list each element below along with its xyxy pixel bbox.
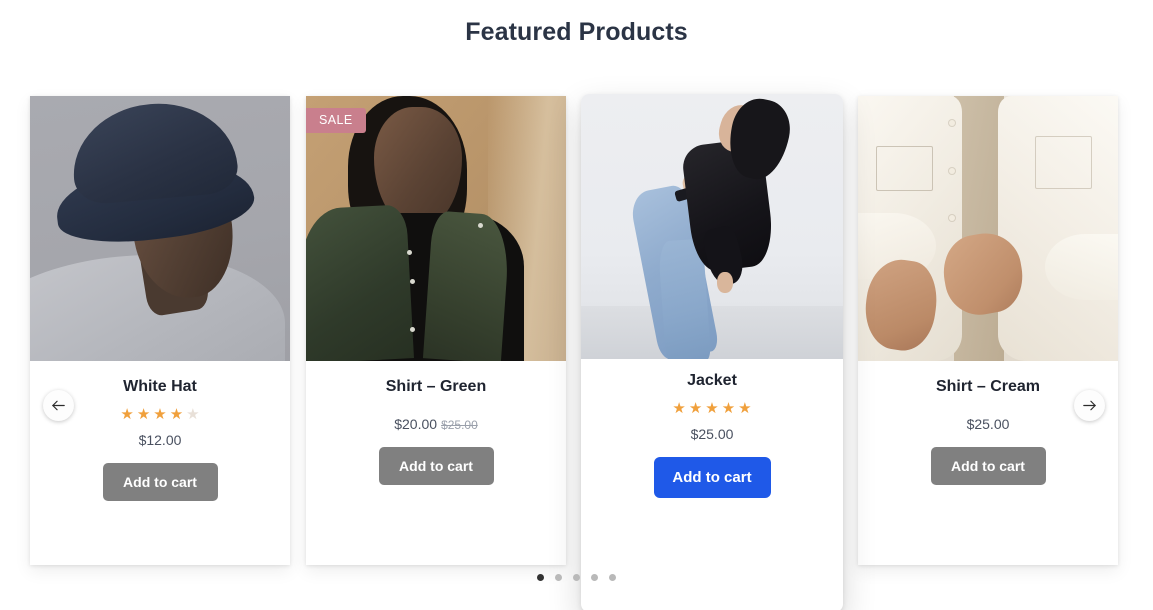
product-card[interactable]: White Hat ★ ★ ★ ★ ★ $12.00 Add to cart: [30, 96, 290, 565]
product-info: Shirt – Cream $25.00 Add to cart: [858, 361, 1118, 485]
product-image[interactable]: [30, 96, 290, 361]
price-row: $20.00 $25.00: [306, 416, 566, 432]
product-photo-white-hat: [30, 96, 290, 361]
price-row: $25.00: [858, 416, 1118, 432]
product-photo-jacket: [581, 94, 843, 359]
carousel-dot[interactable]: [555, 574, 562, 581]
star-icon: ★: [738, 399, 752, 417]
product-price: $20.00: [394, 415, 438, 432]
star-icon: ★: [186, 405, 200, 423]
product-old-price: $25.00: [441, 417, 478, 432]
add-to-cart-button[interactable]: Add to cart: [930, 446, 1046, 485]
star-icon: ★: [688, 399, 703, 417]
product-photo-shirt-green: [306, 96, 566, 361]
featured-products-page: Featured Products White Hat ★ ★ ★ ★ ★ $1…: [0, 0, 1153, 610]
carousel-next-button[interactable]: [1074, 390, 1105, 421]
product-card[interactable]: SALE Shirt – Green $20.00 $25.00 Add to c…: [306, 96, 566, 565]
product-title: Shirt – Green: [385, 378, 487, 395]
product-price: $12.00: [138, 431, 182, 448]
price-row: $12.00: [30, 432, 290, 448]
product-photo-shirt-cream: [858, 96, 1118, 361]
page-title: Featured Products: [465, 18, 688, 46]
arrow-left-icon: [50, 397, 67, 414]
arrow-right-icon: [1081, 397, 1098, 414]
star-icon: ★: [721, 399, 736, 417]
carousel-prev-button[interactable]: [43, 390, 74, 421]
star-icon: ★: [120, 405, 134, 423]
add-to-cart-button[interactable]: Add to cart: [102, 462, 218, 501]
product-info: Shirt – Green $20.00 $25.00 Add to cart: [306, 361, 566, 485]
product-price: $25.00: [690, 425, 734, 442]
product-image[interactable]: SALE: [306, 96, 566, 361]
product-carousel: White Hat ★ ★ ★ ★ ★ $12.00 Add to cart S…: [0, 80, 1153, 610]
star-icon: ★: [153, 405, 167, 423]
product-image[interactable]: [581, 94, 843, 359]
product-price: $25.00: [966, 415, 1010, 432]
carousel-dot[interactable]: [609, 574, 616, 581]
product-title: Jacket: [687, 372, 737, 389]
add-to-cart-button[interactable]: Add to cart: [653, 456, 771, 498]
product-card[interactable]: Jacket ★ ★ ★ ★ ★ $25.00 Add to cart: [581, 94, 843, 610]
price-row: $25.00: [581, 426, 843, 442]
carousel-dot[interactable]: [537, 574, 544, 581]
product-info: Jacket ★ ★ ★ ★ ★ $25.00 Add to cart: [581, 359, 843, 498]
star-icon: ★: [672, 399, 686, 417]
rating-stars: ★ ★ ★ ★ ★: [581, 401, 843, 416]
sale-badge: SALE: [306, 108, 366, 133]
carousel-dot[interactable]: [591, 574, 598, 581]
carousel-pagination: [0, 574, 1153, 581]
product-card[interactable]: Shirt – Cream $25.00 Add to cart: [858, 96, 1118, 565]
add-to-cart-button[interactable]: Add to cart: [378, 446, 494, 485]
star-icon: ★: [705, 399, 719, 417]
carousel-track: White Hat ★ ★ ★ ★ ★ $12.00 Add to cart S…: [0, 80, 1153, 610]
product-image[interactable]: [858, 96, 1118, 361]
star-icon: ★: [136, 405, 151, 423]
star-icon: ★: [169, 405, 184, 423]
product-info: White Hat ★ ★ ★ ★ ★ $12.00 Add to cart: [30, 361, 290, 501]
carousel-dot[interactable]: [573, 574, 580, 581]
